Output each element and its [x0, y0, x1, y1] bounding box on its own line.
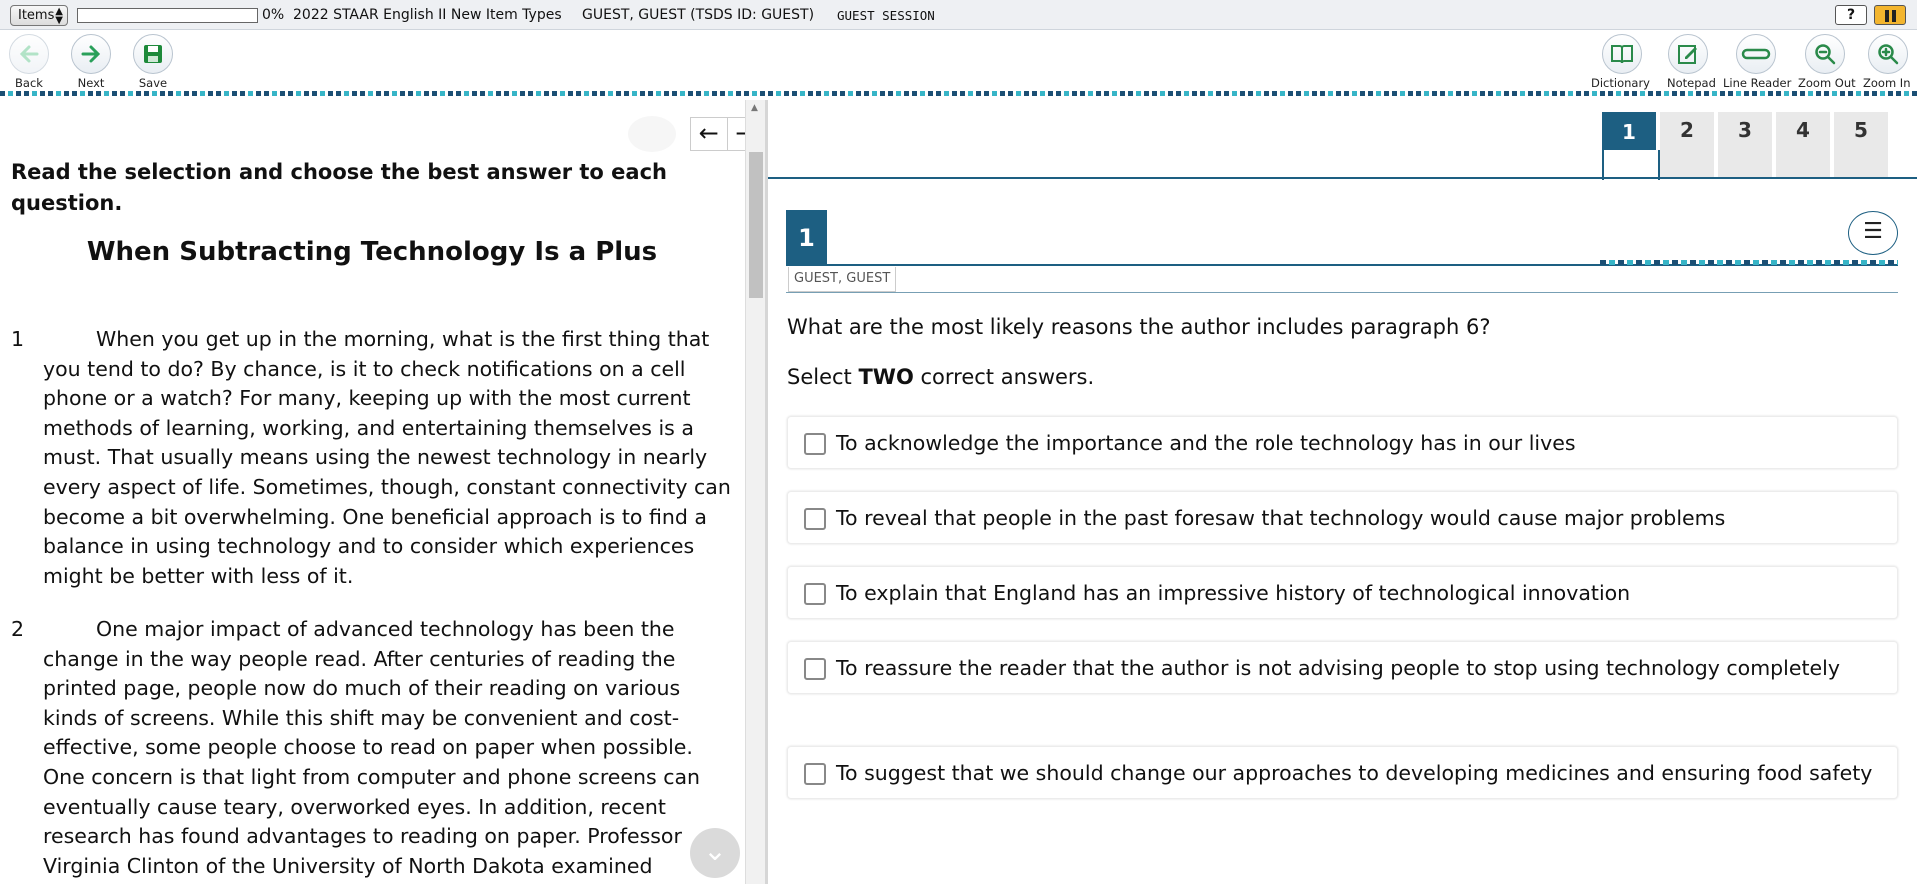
- question-stem: What are the most likely reasons the aut…: [787, 315, 1491, 339]
- passage-scrollbar[interactable]: ▲: [745, 100, 765, 884]
- toolbar-divider: [0, 91, 1917, 96]
- dictionary-label: Dictionary: [1591, 76, 1650, 90]
- passage-paragraph: 1 When you get up in the morning, what i…: [11, 325, 731, 591]
- question-tab-4[interactable]: 4: [1776, 112, 1830, 178]
- toolbar: Back Next Save Dictionary Notepad Line R…: [0, 30, 1917, 92]
- paragraph-text: One major impact of advanced technology …: [43, 617, 701, 878]
- session-label: GUEST SESSION: [837, 8, 935, 23]
- paragraph-number: 1: [11, 327, 25, 351]
- items-dropdown-label: Items: [18, 8, 55, 23]
- dictionary-button[interactable]: Dictionary: [1591, 34, 1650, 90]
- next-button[interactable]: Next: [70, 34, 112, 90]
- passage-menu-button[interactable]: [628, 116, 676, 152]
- floppy-disk-icon: [133, 34, 173, 74]
- next-arrow-icon: [71, 34, 111, 74]
- zoom-out-icon: [1805, 34, 1845, 74]
- selection-instruction: Select TWO correct answers.: [787, 365, 1095, 389]
- checkbox[interactable]: [804, 433, 826, 455]
- question-tab-5[interactable]: 5: [1834, 112, 1888, 178]
- choice-text: To reassure the reader that the author i…: [836, 656, 1840, 680]
- choice-text: To reveal that people in the past foresa…: [836, 506, 1726, 530]
- line-reader-button[interactable]: Line Reader: [1723, 34, 1791, 90]
- tab-underline: [768, 177, 1917, 179]
- pane-resize-controls: ← →: [690, 117, 748, 151]
- question-number: 1: [786, 210, 827, 266]
- question-tab-1[interactable]: 1: [1602, 112, 1660, 180]
- checkbox[interactable]: [804, 763, 826, 785]
- back-button[interactable]: Back: [8, 34, 50, 90]
- student-name: GUEST, GUEST (TSDS ID: GUEST): [582, 7, 815, 23]
- zoom-out-button[interactable]: Zoom Out: [1798, 34, 1856, 90]
- help-button[interactable]: ?: [1835, 5, 1867, 25]
- question-menu-button[interactable]: ☰: [1848, 211, 1898, 255]
- choice-text: To explain that England has an impressiv…: [836, 581, 1631, 605]
- answer-choice[interactable]: To explain that England has an impressiv…: [787, 566, 1898, 619]
- progress-bar: [77, 8, 258, 23]
- pause-icon: [1884, 10, 1889, 22]
- question-tabs: 1 2 3 4 5: [1602, 112, 1892, 180]
- choice-text: To suggest that we should change our app…: [836, 761, 1873, 785]
- items-dropdown[interactable]: Items ▲ ▼: [10, 5, 68, 26]
- progress-percent: 0%: [262, 7, 285, 23]
- question-tab-3[interactable]: 3: [1718, 112, 1772, 178]
- answer-choice[interactable]: To reveal that people in the past foresa…: [787, 491, 1898, 544]
- scroll-down-icon[interactable]: ⌄: [690, 828, 740, 878]
- scroll-up-arrow-icon[interactable]: ▲: [751, 103, 758, 113]
- zoom-in-label: Zoom In: [1863, 76, 1911, 90]
- choice-text: To acknowledge the importance and the ro…: [836, 431, 1576, 455]
- pane-divider[interactable]: [765, 100, 768, 884]
- back-label: Back: [15, 76, 43, 90]
- scrollbar-thumb[interactable]: [749, 152, 763, 298]
- save-button[interactable]: Save: [132, 34, 174, 90]
- pause-button[interactable]: [1874, 5, 1906, 25]
- checkbox[interactable]: [804, 583, 826, 605]
- zoom-in-button[interactable]: Zoom In: [1863, 34, 1911, 90]
- book-icon: [1602, 34, 1642, 74]
- save-label: Save: [138, 76, 168, 90]
- question-tab-2[interactable]: 2: [1660, 112, 1714, 178]
- notepad-label: Notepad: [1667, 76, 1716, 90]
- student-tag: GUEST, GUEST: [788, 267, 897, 292]
- answer-choice[interactable]: To reassure the reader that the author i…: [787, 641, 1898, 694]
- passage-pane: ← → Read the selection and choose the be…: [0, 100, 748, 884]
- notepad-button[interactable]: Notepad: [1667, 34, 1716, 90]
- checkbox[interactable]: [804, 508, 826, 530]
- collapse-left-arrow-icon[interactable]: ←: [691, 118, 728, 150]
- line-reader-icon: [1736, 34, 1776, 74]
- line-reader-label: Line Reader: [1723, 76, 1792, 90]
- answer-choice[interactable]: To acknowledge the importance and the ro…: [787, 416, 1898, 469]
- zoom-in-icon: [1868, 34, 1908, 74]
- zoom-out-label: Zoom Out: [1798, 76, 1856, 90]
- test-name: 2022 STAAR English II New Item Types: [293, 7, 562, 23]
- passage-paragraph: 2 One major impact of advanced technolog…: [11, 615, 731, 881]
- student-tag-line: [786, 292, 1898, 293]
- notepad-icon: [1668, 34, 1708, 74]
- updown-arrows-icon: ▲ ▼: [55, 6, 63, 26]
- back-arrow-icon: [9, 34, 49, 74]
- answer-choice[interactable]: To suggest that we should change our app…: [787, 746, 1898, 799]
- paragraph-text: When you get up in the morning, what is …: [43, 327, 731, 588]
- paragraph-number: 2: [11, 617, 25, 641]
- next-label: Next: [77, 76, 105, 90]
- passage-title: When Subtracting Technology Is a Plus: [86, 237, 658, 267]
- passage-instructions: Read the selection and choose the best a…: [11, 160, 667, 215]
- top-info-bar: Items ▲ ▼ 0% 2022 STAAR English II New It…: [0, 0, 1917, 30]
- question-header-dash: [1600, 260, 1898, 265]
- checkbox[interactable]: [804, 658, 826, 680]
